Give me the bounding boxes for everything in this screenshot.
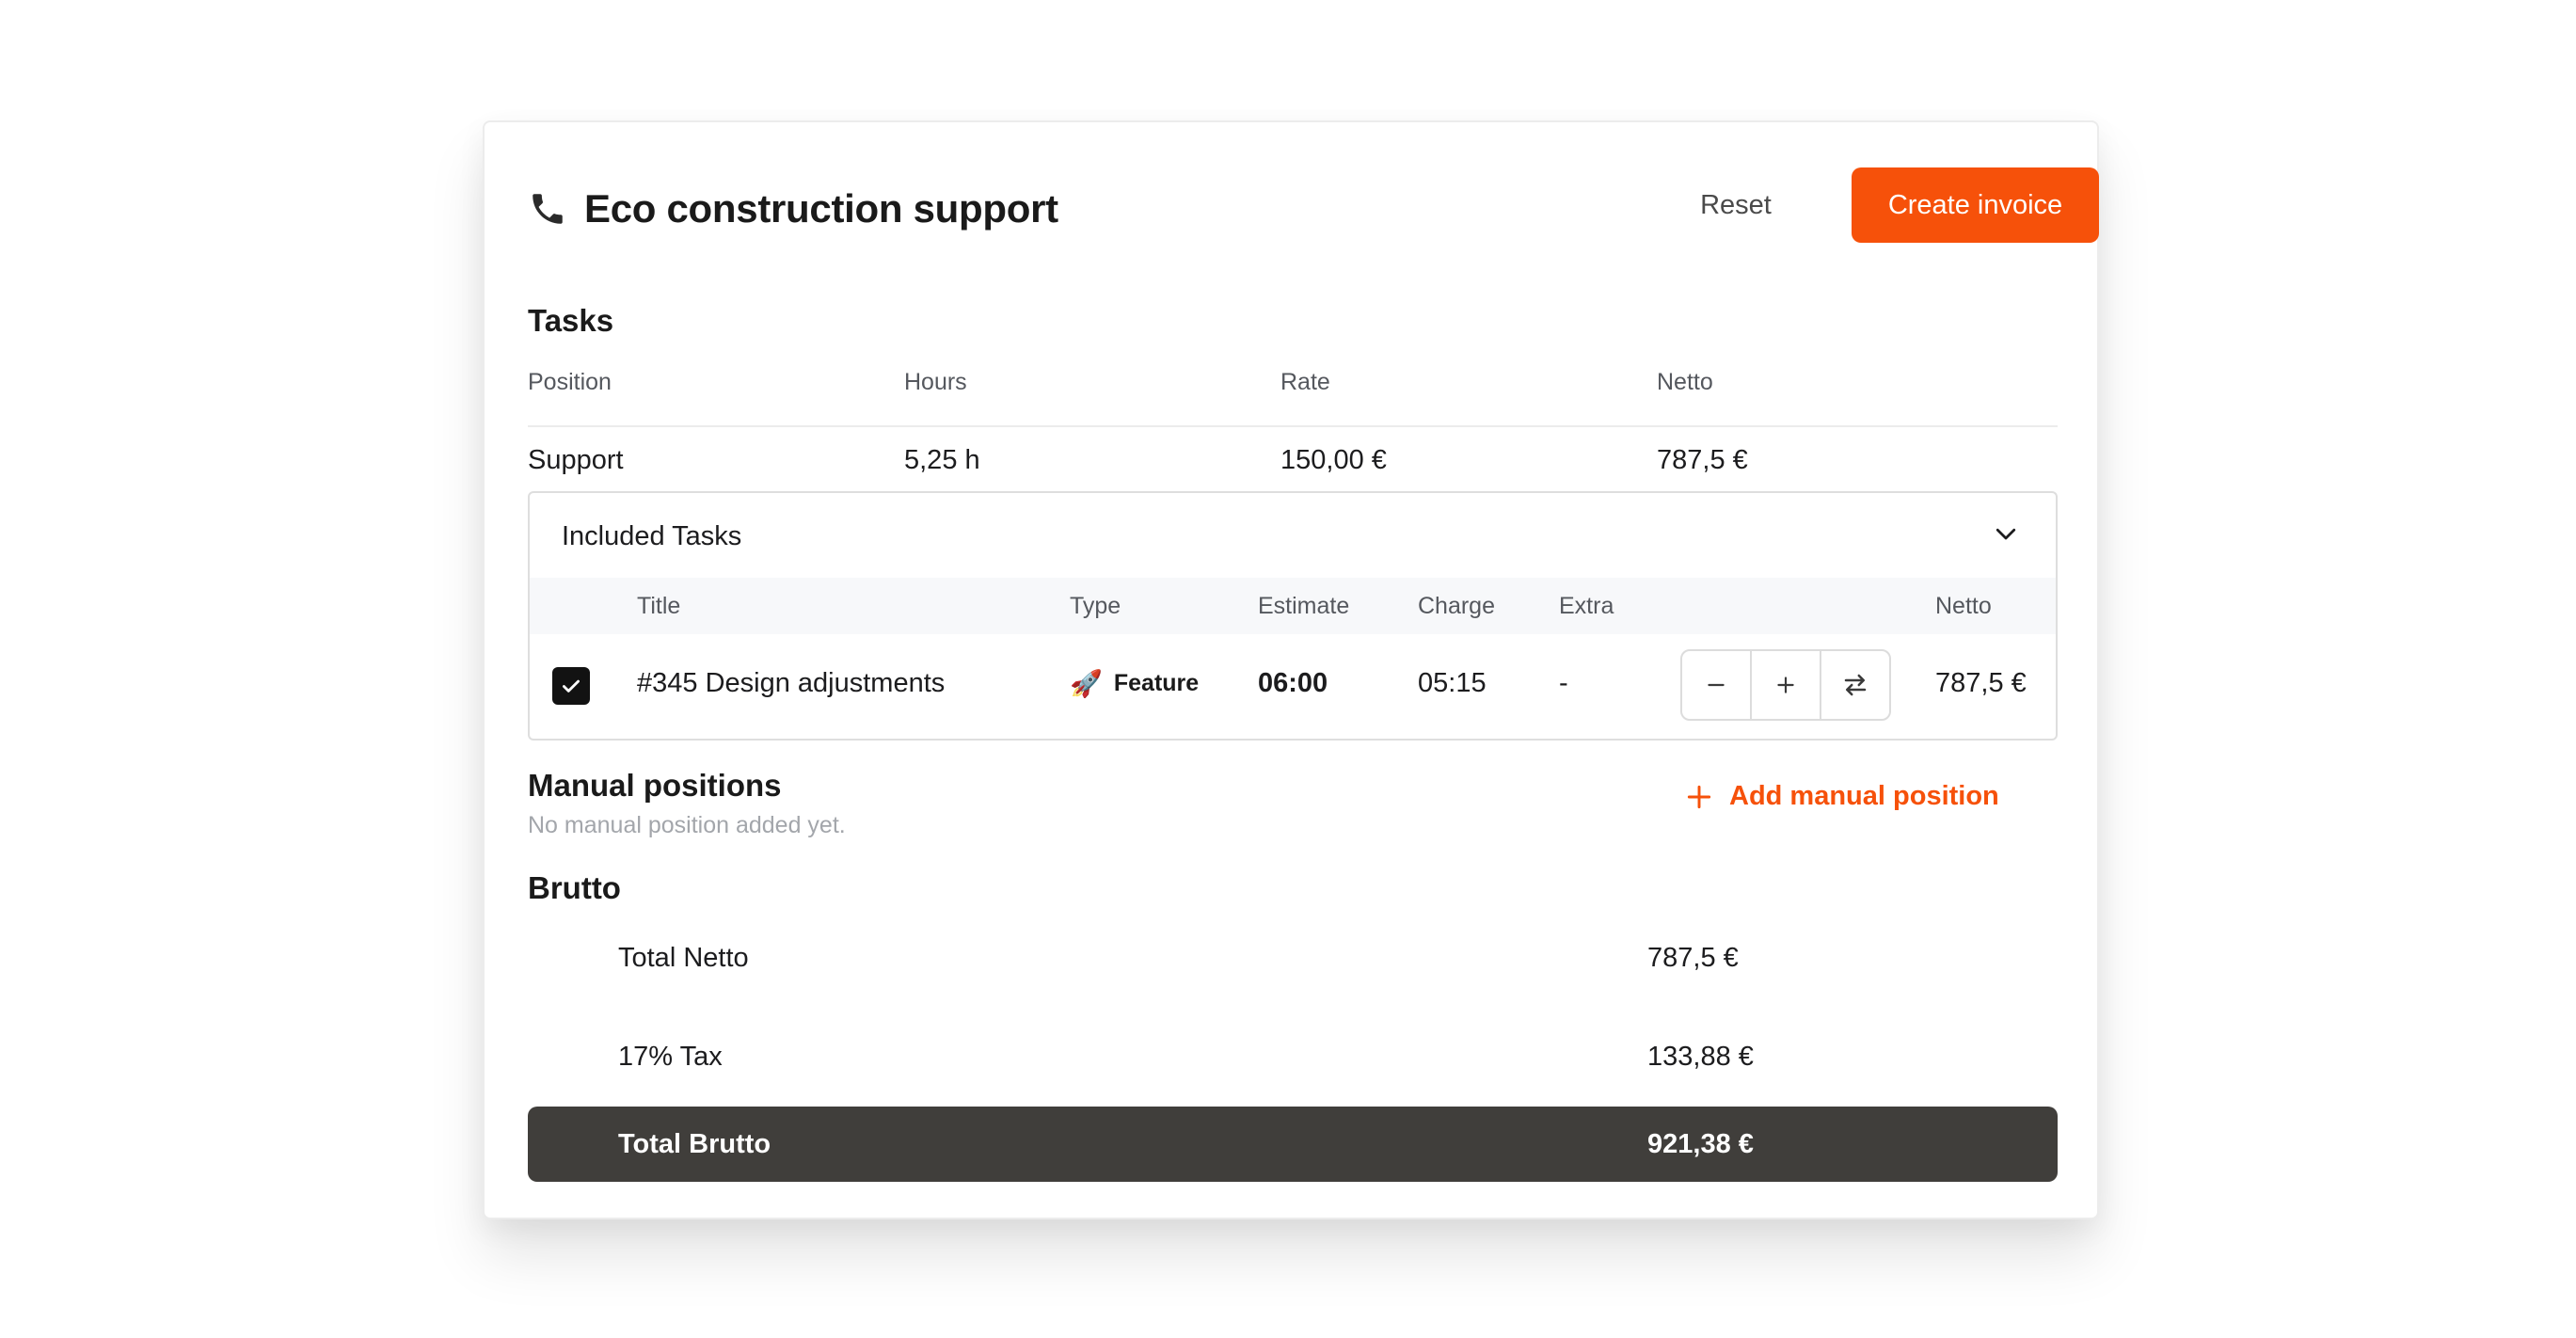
total-brutto-value: 921,38 €	[1647, 1129, 1754, 1159]
manual-positions-title: Manual positions	[528, 768, 782, 803]
position-cell: Support	[528, 445, 624, 475]
swap-icon	[1844, 674, 1867, 696]
netto-cell: 787,5 €	[1657, 445, 1748, 475]
column-header-title: Title	[637, 593, 681, 619]
total-brutto-bar: Total Brutto 921,38 €	[528, 1107, 2058, 1182]
column-header-netto: Netto	[1657, 369, 1713, 395]
column-header-hours: Hours	[904, 369, 967, 395]
task-title-cell: #345 Design adjustments	[637, 668, 946, 698]
included-tasks-header: Title Type Estimate Charge Extra Netto	[530, 578, 2056, 634]
manual-positions-empty-text: No manual position added yet.	[528, 812, 846, 838]
total-netto-label: Total Netto	[618, 943, 749, 973]
increment-button[interactable]	[1752, 651, 1821, 719]
column-header-extra: Extra	[1559, 593, 1614, 619]
included-tasks-panel: Included Tasks Title Type Estimate Charg…	[528, 491, 2058, 741]
plus-icon	[1777, 677, 1794, 693]
check-icon	[563, 679, 580, 693]
create-invoice-button[interactable]: Create invoice	[1852, 167, 2099, 243]
invoice-card: Eco construction support Reset Create in…	[483, 120, 2099, 1219]
brutto-section-title: Brutto	[528, 870, 621, 905]
charge-cell: 05:15	[1418, 668, 1487, 698]
charge-stepper[interactable]	[1680, 649, 1891, 721]
rate-cell: 150,00 €	[1280, 445, 1387, 475]
phone-icon	[533, 194, 563, 224]
title-group: Eco construction support	[528, 186, 1058, 231]
column-header-position: Position	[528, 369, 612, 395]
total-netto-value: 787,5 €	[1647, 943, 1739, 973]
table-row: #345 Design adjustments 🚀 Feature 06:00 …	[530, 634, 2056, 738]
chevron-down-icon[interactable]	[1992, 519, 2020, 548]
swap-button[interactable]	[1821, 651, 1889, 719]
tax-value: 133,88 €	[1647, 1042, 1754, 1072]
divider	[528, 425, 2058, 427]
column-header-estimate: Estimate	[1258, 593, 1350, 619]
estimate-cell: 06:00	[1258, 668, 1328, 698]
plus-icon	[1687, 785, 1711, 808]
column-header-type: Type	[1070, 593, 1121, 619]
decrement-button[interactable]	[1682, 651, 1752, 719]
task-checkbox[interactable]	[552, 667, 590, 705]
tax-label: 17% Tax	[618, 1042, 723, 1072]
reset-button[interactable]: Reset	[1679, 167, 1792, 243]
rocket-icon: 🚀	[1070, 669, 1103, 698]
column-header-rate: Rate	[1280, 369, 1330, 395]
minus-icon	[1708, 683, 1725, 687]
included-tasks-title: Included Tasks	[562, 521, 742, 551]
total-brutto-label: Total Brutto	[618, 1129, 771, 1159]
add-manual-position-label: Add manual position	[1729, 781, 1999, 811]
netto-cell: 787,5 €	[1935, 668, 2027, 698]
column-header-charge: Charge	[1418, 593, 1495, 619]
column-header-netto: Netto	[1935, 593, 1992, 619]
add-manual-position-button[interactable]: Add manual position	[1684, 781, 1999, 812]
page-title: Eco construction support	[584, 186, 1058, 231]
task-type-label: Feature	[1113, 670, 1200, 696]
card-header: Eco construction support Reset Create in…	[528, 167, 2099, 243]
task-type: 🚀 Feature	[1070, 668, 1199, 699]
hours-cell: 5,25 h	[904, 445, 980, 475]
tasks-section-title: Tasks	[528, 303, 614, 338]
extra-cell: -	[1559, 668, 1568, 698]
